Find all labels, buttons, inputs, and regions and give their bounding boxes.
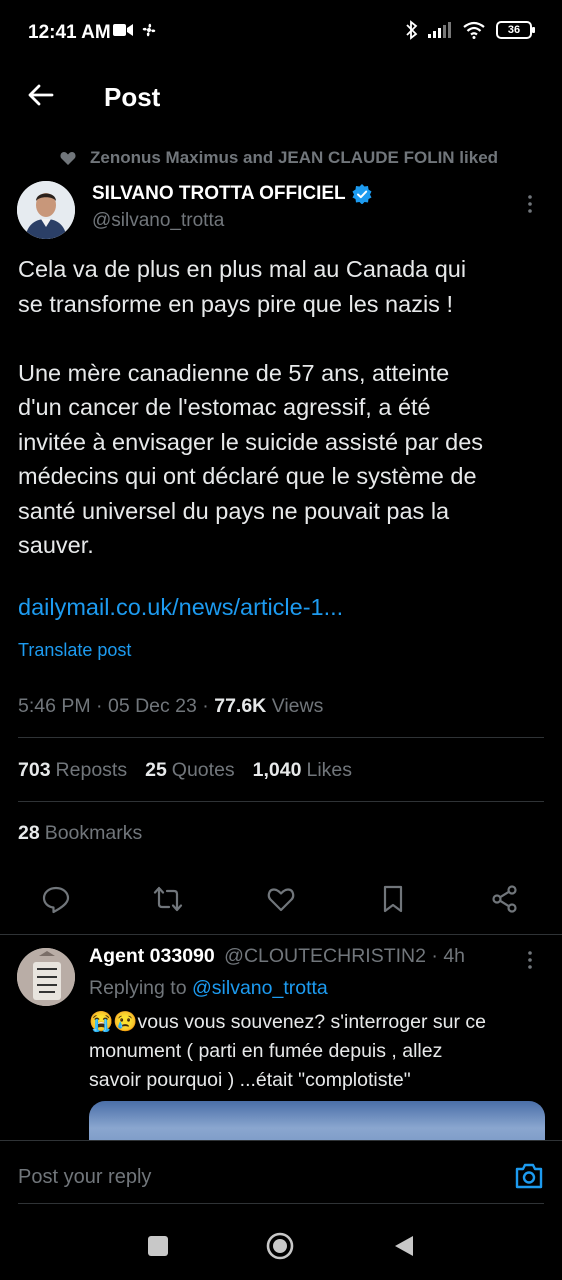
status-icons-left [113, 22, 157, 38]
heart-icon [60, 152, 76, 165]
quotes-count: 25 [145, 759, 167, 781]
share-icon[interactable] [490, 884, 520, 914]
reply-composer: Post your reply [0, 1140, 562, 1206]
views-count: 77.6K [214, 695, 267, 717]
status-bar: 12:41 AM 36 [0, 0, 562, 64]
repost-icon[interactable] [153, 884, 183, 914]
status-time: 12:41 AM [28, 22, 111, 43]
fan-icon [142, 23, 156, 37]
separator: · [431, 945, 444, 967]
engagement-stats: 703 Reposts 25 Quotes 1,040 Likes [18, 759, 352, 782]
divider [0, 934, 562, 935]
bookmarks-count: 28 [18, 822, 40, 844]
likes-label: Likes [306, 759, 353, 781]
like-icon[interactable] [266, 884, 296, 914]
bookmarks-stats: 28 Bookmarks [18, 822, 142, 845]
views-label: Views [271, 695, 324, 717]
avatar-picture [17, 948, 75, 1006]
post-text-line: santé universel du pays ne pouvait pas l… [18, 497, 450, 524]
reposts-count: 703 [18, 759, 51, 781]
reply-text-line: 😭😢vous vous souvenez? s'interroger sur c… [89, 1011, 486, 1033]
system-nav-bar [0, 1206, 562, 1280]
bluetooth-icon [406, 20, 418, 40]
quotes-label: Quotes [171, 759, 235, 781]
post-text-line: Cela va de plus en plus mal au Canada qu… [18, 256, 467, 282]
quotes-stat[interactable]: 25 Quotes [145, 759, 235, 782]
post-text: Cela va de plus en plus mal au Canada qu… [18, 252, 548, 563]
top-app-bar: Post [0, 64, 562, 128]
status-icons-right: 36 [406, 20, 535, 40]
avatar-portrait [17, 181, 75, 239]
author-name[interactable]: SILVANO TROTTA OFFICIEL [92, 183, 372, 205]
post-actions [0, 880, 562, 920]
reply-author-name[interactable]: Agent 033090 [89, 945, 215, 967]
post-text-line: Une mère canadienne de 57 ans, atteinte [18, 359, 450, 386]
more-options-icon[interactable] [518, 194, 542, 214]
signal-icon [428, 22, 451, 38]
post-text-line: se transforme en pays pire que les nazis… [18, 290, 453, 317]
divider [18, 801, 544, 802]
bookmarks-label: Bookmarks [44, 822, 143, 844]
reply-avatar[interactable] [17, 948, 75, 1006]
reply-author-handle[interactable]: @CLOUTECHRISTIN2 [224, 945, 426, 967]
separator: · [96, 695, 108, 717]
separator: · [202, 695, 215, 717]
reply-text-line: savoir pourquoi ) ...était "complotiste" [89, 1069, 411, 1091]
recents-button[interactable] [148, 1236, 168, 1256]
page-title: Post [104, 82, 161, 112]
likes-stat[interactable]: 1,040 Likes [253, 759, 352, 782]
reply-text-line: monument ( parti en fumée depuis , allez [89, 1040, 443, 1062]
social-context[interactable]: Zenonus Maximus and JEAN CLAUDE FOLIN li… [60, 148, 498, 168]
author-name-text: SILVANO TROTTA OFFICIEL [92, 183, 346, 204]
back-button[interactable] [393, 1234, 415, 1258]
post-time: 5:46 PM [18, 695, 91, 717]
home-button[interactable] [265, 1231, 295, 1261]
reply-header: Agent 033090 @CLOUTECHRISTIN2 · 4h [89, 945, 465, 968]
post-text-line: sauver. [18, 532, 94, 558]
reply-icon[interactable] [41, 884, 71, 914]
bookmark-icon[interactable] [378, 884, 408, 914]
reposts-label: Reposts [55, 759, 128, 781]
video-camera-icon [113, 24, 133, 36]
wifi-icon [463, 21, 485, 39]
post-metadata: 5:46 PM · 05 Dec 23 · 77.6K Views [18, 695, 323, 718]
reply-time: 4h [443, 945, 466, 967]
post-date: 05 Dec 23 [107, 695, 197, 717]
arrow-left-icon[interactable] [24, 78, 58, 112]
battery-icon: 36 [496, 21, 535, 39]
reply-input[interactable]: Post your reply [18, 1166, 151, 1189]
camera-icon[interactable] [514, 1162, 544, 1190]
translate-post-link[interactable]: Translate post [18, 640, 131, 661]
reply-more-options-icon[interactable] [518, 950, 542, 970]
author-avatar[interactable] [17, 181, 75, 239]
replying-to: Replying to @silvano_trotta [89, 977, 328, 1000]
reposts-stat[interactable]: 703 Reposts [18, 759, 127, 782]
verified-badge-icon [352, 184, 372, 204]
author-handle[interactable]: @silvano_trotta [92, 210, 224, 232]
post-text-line: d'un cancer de l'estomac agressif, a été [18, 394, 431, 420]
reply-text: 😭😢vous vous souvenez? s'interroger sur c… [89, 1008, 544, 1095]
bookmarks-stat[interactable]: 28 Bookmarks [18, 822, 142, 845]
divider [18, 737, 544, 738]
post-text-line: médecins qui ont déclaré que le système … [18, 463, 477, 489]
post-text-line: invitée à envisager le suicide assisté p… [18, 428, 484, 455]
social-context-text: Zenonus Maximus and JEAN CLAUDE FOLIN li… [90, 148, 499, 167]
post-link[interactable]: dailymail.co.uk/news/article-1... [18, 594, 343, 621]
divider [18, 1203, 544, 1204]
replying-to-handle[interactable]: @silvano_trotta [192, 977, 328, 999]
replying-prefix: Replying to [89, 977, 187, 999]
likes-count: 1,040 [252, 759, 302, 781]
